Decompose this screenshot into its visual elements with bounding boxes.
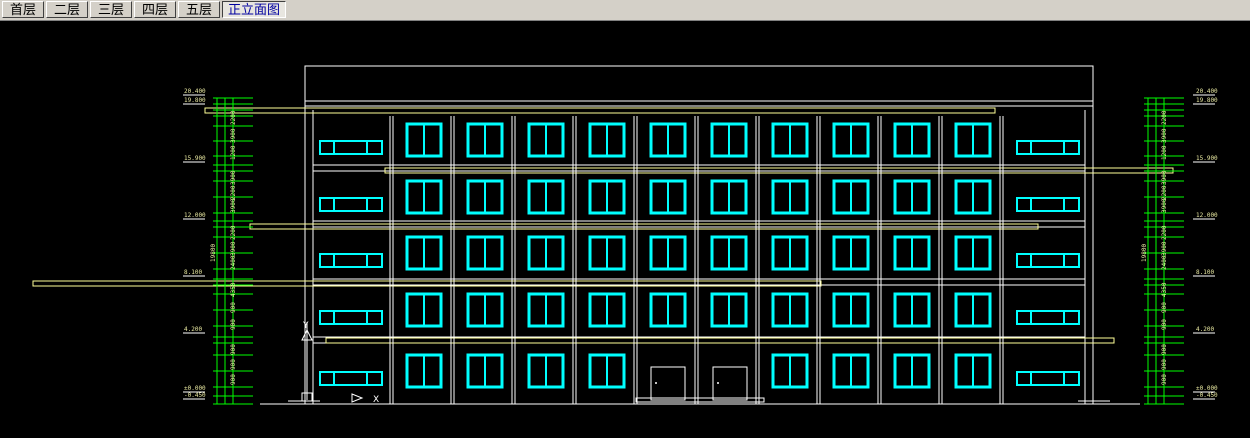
- dimension-label: 900: [230, 319, 237, 330]
- layout-tab-bar: 首层 二层 三层 四层 五层 正立面图: [0, 0, 1250, 21]
- dimension-label: 2200: [230, 185, 237, 200]
- dimension-label: 900: [1161, 302, 1168, 313]
- dimension-label: 3900: [1161, 128, 1168, 143]
- dimension-label: 900: [230, 374, 237, 385]
- strip-window: [1016, 197, 1080, 212]
- dimension-label: 900: [230, 302, 237, 313]
- dimension-label: 900: [1161, 344, 1168, 355]
- dimension-label: 1200: [1161, 145, 1168, 160]
- dimension-label: 2200: [230, 110, 237, 125]
- level-label: ±0.000: [1196, 385, 1218, 392]
- dimension-label: 4350: [1161, 282, 1168, 297]
- door-handle: [717, 382, 719, 384]
- dimension-label: 900: [1161, 319, 1168, 330]
- cornice-band: [204, 107, 996, 114]
- dimension-label: 3900: [1161, 198, 1168, 213]
- dimension-label: 2200: [1161, 225, 1168, 240]
- dimension-label: 900: [1161, 359, 1168, 370]
- strip-window: [319, 371, 383, 386]
- dimension-label: 3900: [230, 198, 237, 213]
- level-label: 19.800: [184, 97, 206, 104]
- tab-floor-2[interactable]: 二层: [46, 1, 88, 18]
- strip-window: [1016, 310, 1080, 325]
- dimension-label: 900: [230, 359, 237, 370]
- dimension-label: 2200: [1161, 110, 1168, 125]
- sunshade-band: [325, 337, 1115, 344]
- dimension-total: 19800: [1141, 244, 1148, 262]
- level-label: 20.400: [184, 88, 206, 95]
- dimension-label: 3900: [230, 128, 237, 143]
- strip-window: [319, 197, 383, 212]
- dimension-label: 2400: [230, 255, 237, 270]
- dimension-label: 1200: [230, 145, 237, 160]
- dimension-label: 2400: [1161, 255, 1168, 270]
- ucs-y-label: Y: [302, 321, 309, 331]
- level-label: 4.200: [184, 326, 202, 333]
- front-elevation-drawing[interactable]: 20.400 19.800 15.900 12.000 8.100 4.200 ±0.000…: [0, 20, 1250, 438]
- dimension-label: 3900: [230, 170, 237, 185]
- level-label: 8.100: [1196, 269, 1214, 276]
- tab-front-elevation[interactable]: 正立面图: [222, 1, 286, 18]
- tab-floor-5[interactable]: 五层: [178, 1, 220, 18]
- level-label: 12.000: [184, 212, 206, 219]
- tab-floor-1[interactable]: 首层: [2, 1, 44, 18]
- dimension-label: 2200: [230, 225, 237, 240]
- strip-window: [1016, 140, 1080, 155]
- dimension-label: 3900: [1161, 241, 1168, 256]
- level-label: ±0.000: [184, 385, 206, 392]
- level-label: -0.450: [184, 392, 206, 399]
- strip-window: [1016, 371, 1080, 386]
- dimension-label: 900: [230, 344, 237, 355]
- level-label: 15.900: [184, 155, 206, 162]
- strip-window: [319, 253, 383, 268]
- level-label: 15.900: [1196, 155, 1218, 162]
- ucs-arrow: [351, 393, 364, 403]
- strip-window: [1016, 253, 1080, 268]
- tab-floor-3[interactable]: 三层: [90, 1, 132, 18]
- dimension-total: 19800: [210, 244, 217, 262]
- strip-window: [319, 140, 383, 155]
- dimension-label: 2200: [1161, 185, 1168, 200]
- parapet: [304, 65, 1094, 102]
- door-handle: [655, 382, 657, 384]
- level-label: 12.000: [1196, 212, 1218, 219]
- tab-floor-4[interactable]: 四层: [134, 1, 176, 18]
- dimension-label: 3900: [1161, 170, 1168, 185]
- level-label: 19.800: [1196, 97, 1218, 104]
- dimension-label: 4350: [230, 282, 237, 297]
- level-label: 20.400: [1196, 88, 1218, 95]
- level-label: 4.200: [1196, 326, 1214, 333]
- level-label: 8.100: [184, 269, 202, 276]
- strip-window: [319, 310, 383, 325]
- level-label: -0.450: [1196, 392, 1218, 399]
- dimension-label: 3900: [230, 241, 237, 256]
- dimension-label: 900: [1161, 374, 1168, 385]
- ucs-x-label: X: [373, 395, 379, 405]
